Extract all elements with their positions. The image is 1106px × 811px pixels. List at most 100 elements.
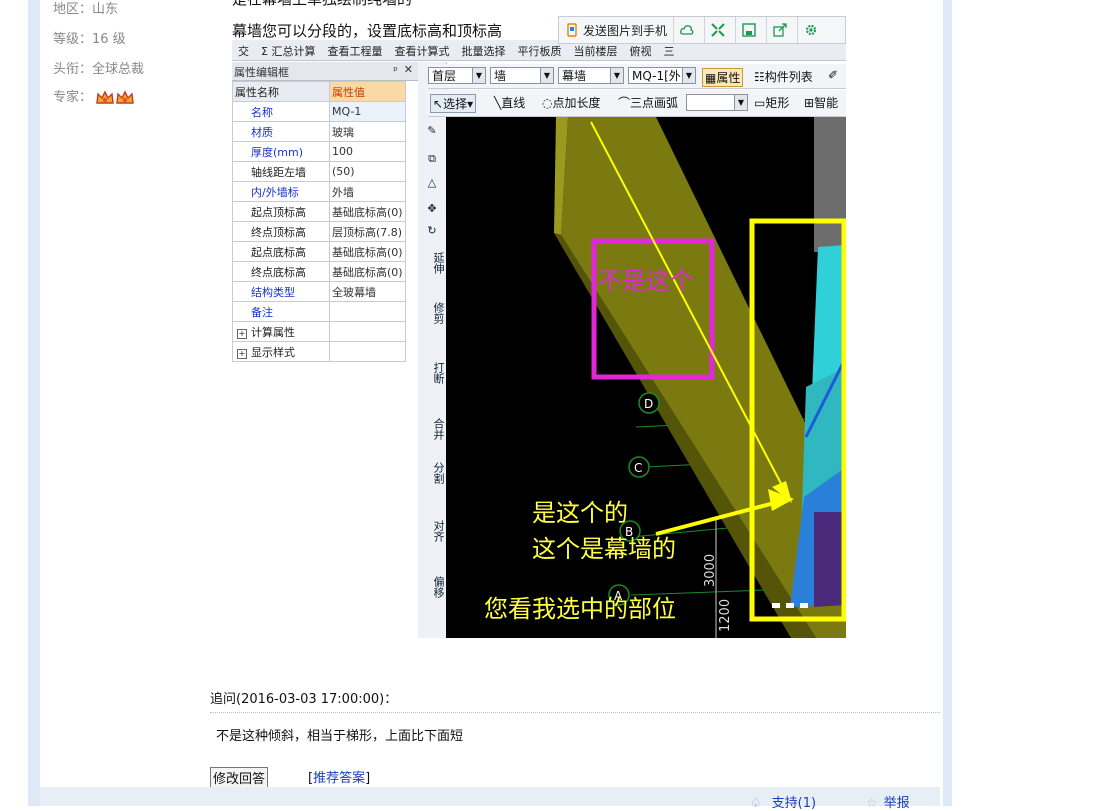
- property-value[interactable]: 全玻幕墙: [329, 281, 406, 302]
- property-value[interactable]: 层顶标高(7.8): [329, 221, 406, 242]
- property-toggle-button[interactable]: ▦属性: [702, 68, 744, 87]
- group-label: 显示样式: [251, 345, 295, 359]
- expand-icon[interactable]: +: [237, 328, 247, 339]
- property-row[interactable]: 终点顶标高 层顶标高(7.8): [232, 221, 406, 242]
- list-icon: ☷: [754, 70, 765, 84]
- tool-break[interactable]: 打断: [418, 362, 446, 384]
- share-button[interactable]: [767, 17, 799, 43]
- chevron-down-icon: ▼: [682, 68, 695, 83]
- bracket-close: ]: [365, 771, 371, 786]
- toolbar-item: 查看工程量: [327, 45, 383, 58]
- property-value[interactable]: MQ-1: [329, 101, 406, 122]
- property-value[interactable]: (50): [329, 161, 406, 182]
- user-level: 等级：16 级: [53, 32, 126, 47]
- property-value[interactable]: 基础底标高(0): [329, 201, 406, 222]
- smart-label: 智能: [814, 96, 839, 110]
- report-label: 举报: [883, 796, 910, 811]
- property-row[interactable]: 内/外墙标 外墙: [232, 181, 406, 202]
- copy-icon[interactable]: ⧉: [418, 152, 446, 166]
- phone-icon: [567, 23, 577, 37]
- save-button[interactable]: [736, 17, 768, 43]
- cloud-button[interactable]: [674, 17, 706, 43]
- crown-icon: [96, 89, 114, 104]
- toolbar-item: 交: [238, 45, 249, 58]
- tool-extend[interactable]: 延伸: [418, 252, 446, 274]
- pin-icon[interactable]: ᵖ: [393, 64, 398, 77]
- property-row[interactable]: 起点顶标高 基础底标高(0): [232, 201, 406, 222]
- rotate-icon[interactable]: ↻: [418, 224, 446, 237]
- edit-answer-button[interactable]: 修改回答: [210, 767, 269, 788]
- curtain-wall-annotation: 这个是幕墙的: [532, 535, 676, 563]
- property-row[interactable]: 材质 玻璃: [232, 121, 406, 142]
- recommend-answer-link[interactable]: 推荐答案: [313, 771, 365, 786]
- tool-merge[interactable]: 合并: [418, 418, 446, 440]
- component-list-button[interactable]: ☷构件列表: [754, 68, 813, 85]
- recommend-answer: [推荐答案]: [308, 767, 370, 786]
- tool-align[interactable]: 对齐: [418, 520, 446, 542]
- mirror-icon[interactable]: △: [418, 176, 446, 189]
- send-to-phone-button[interactable]: 发送图片到手机: [559, 17, 675, 43]
- property-group[interactable]: + 计算属性: [232, 321, 406, 342]
- property-row[interactable]: 轴线距左墙 (50): [232, 161, 406, 182]
- drawing-canvas[interactable]: D C B A 3000 1200 不是这个 是这个的 这个是幕墙的 您看我选中…: [446, 117, 846, 638]
- property-value[interactable]: 基础底标高(0): [329, 261, 406, 282]
- property-row[interactable]: 终点底标高 基础底标高(0): [232, 261, 406, 282]
- line-button[interactable]: ╲直线: [494, 94, 525, 111]
- chevron-down-icon: ▼: [734, 95, 747, 110]
- expand-icon[interactable]: +: [237, 348, 247, 359]
- arc-mode-select[interactable]: ▼: [686, 94, 748, 111]
- three-point-arc-button[interactable]: ⌒三点画弧: [618, 94, 678, 111]
- tool-trim[interactable]: 修剪: [418, 302, 446, 324]
- endpoint-marker: [800, 603, 808, 608]
- property-value[interactable]: 基础底标高(0): [329, 241, 406, 262]
- tool-offset[interactable]: 偏移: [418, 576, 446, 598]
- component-select[interactable]: MQ-1[外 ▼: [628, 67, 696, 84]
- header-value: 属性值: [329, 81, 406, 102]
- property-group[interactable]: + 显示样式: [232, 341, 406, 362]
- property-name: 终点顶标高: [232, 221, 330, 242]
- tool-split[interactable]: 分割: [418, 462, 446, 484]
- category-value: 墙: [494, 69, 507, 83]
- property-row[interactable]: 起点底标高 基础底标高(0): [232, 241, 406, 262]
- send-to-phone-label: 发送图片到手机: [583, 23, 668, 38]
- property-name: 起点底标高: [232, 241, 330, 262]
- property-row[interactable]: 备注: [232, 301, 406, 322]
- property-value[interactable]: 100: [329, 141, 406, 162]
- followup-header: 追问(2016-03-03 17:00:00)：: [210, 692, 398, 707]
- property-row[interactable]: 厚度(mm) 100: [232, 141, 406, 162]
- smart-button[interactable]: ⊞智能: [804, 94, 838, 111]
- property-row[interactable]: 名称 MQ-1: [232, 101, 406, 122]
- property-name: 备注: [232, 301, 330, 322]
- settings-button[interactable]: [798, 17, 828, 43]
- property-name: 起点顶标高: [232, 201, 330, 222]
- property-row[interactable]: 结构类型 全玻幕墙: [232, 281, 406, 302]
- category-select[interactable]: 墙 ▼: [490, 67, 554, 84]
- draw-tool-bar: ↖选择▾ ╲直线 ◌点加长度 ⌒三点画弧 ▼ ▭矩形 ⊞智能: [428, 90, 846, 117]
- rect-button[interactable]: ▭矩形: [754, 94, 789, 111]
- axis-label: C: [634, 461, 642, 475]
- selected-part-annotation: 您看我选中的部位: [484, 595, 676, 623]
- answer-screenshot: 是在幕墙上单独绘制纯墙的 幕墙您可以分段的，设置底标高和顶标高 交Σ 汇总计算查…: [232, 0, 846, 638]
- point-length-label: 点加长度: [552, 96, 601, 110]
- property-value[interactable]: 外墙: [329, 181, 406, 202]
- report-button[interactable]: ☆ 举报: [866, 792, 910, 811]
- cloud-icon: [680, 25, 694, 35]
- move-icon[interactable]: ✥: [418, 202, 446, 215]
- user-expert: 专家：: [53, 86, 136, 106]
- floor-select[interactable]: 首层 ▼: [428, 67, 486, 84]
- type-select[interactable]: 幕墙 ▼: [558, 67, 624, 84]
- point-length-button[interactable]: ◌点加长度: [542, 94, 601, 111]
- fullscreen-button[interactable]: [705, 17, 737, 43]
- property-name: 内/外墙标: [232, 181, 330, 202]
- property-value[interactable]: 玻璃: [329, 121, 406, 142]
- arc-label: 三点画弧: [630, 96, 679, 110]
- property-value[interactable]: [329, 301, 406, 322]
- select-button[interactable]: ↖选择▾: [430, 94, 477, 113]
- pencil-icon[interactable]: ✎: [418, 124, 446, 137]
- cursor-icon: ↖: [433, 97, 444, 111]
- pick-icon[interactable]: ✐: [828, 68, 838, 82]
- close-icon[interactable]: ✕: [404, 63, 413, 76]
- property-name: 厚度(mm): [232, 141, 330, 162]
- is-this-annotation: 是这个的: [532, 499, 628, 527]
- support-button[interactable]: ♤ 支持(1): [750, 792, 816, 811]
